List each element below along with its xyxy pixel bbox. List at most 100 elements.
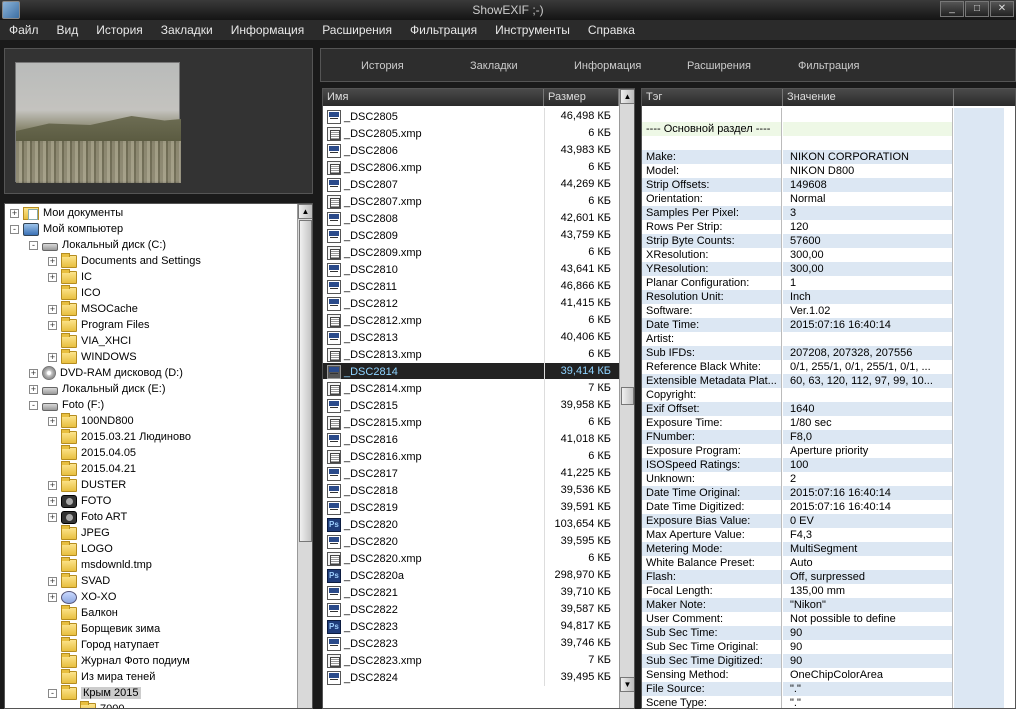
- tree-item[interactable]: Город натупает: [48, 636, 159, 653]
- tree-item[interactable]: + XO-XO: [48, 589, 116, 605]
- tag-row[interactable]: Max Aperture Value: F4,3: [642, 528, 1015, 542]
- toolbar-bookmarks-button[interactable]: Закладки: [470, 60, 518, 72]
- column-header-name[interactable]: Имя: [323, 89, 544, 106]
- file-row[interactable]: _DSC2814 39,414 КБ: [323, 363, 619, 380]
- tag-row[interactable]: Artist:: [642, 332, 1015, 346]
- menu-info[interactable]: Информация: [222, 20, 313, 40]
- tag-row[interactable]: Date Time Original: 2015:07:16 16:40:14: [642, 486, 1015, 500]
- menu-help[interactable]: Справка: [579, 20, 644, 40]
- minimize-button[interactable]: _: [940, 1, 964, 17]
- menu-extensions[interactable]: Расширения: [313, 20, 401, 40]
- column-header-size[interactable]: Размер: [544, 89, 619, 106]
- tag-row[interactable]: ---- Основной раздел ----: [642, 122, 1015, 136]
- tag-row[interactable]: YResolution: 300,00: [642, 262, 1015, 276]
- expand-icon[interactable]: +: [48, 480, 57, 490]
- tag-row[interactable]: File Source: ".": [642, 682, 1015, 696]
- tag-row[interactable]: Model: NIKON D800: [642, 164, 1015, 178]
- expand-icon[interactable]: +: [48, 576, 57, 586]
- tree-item[interactable]: ICO: [48, 284, 101, 301]
- tag-row[interactable]: Sub Sec Time Original: 90: [642, 640, 1015, 654]
- expand-icon[interactable]: +: [48, 320, 57, 330]
- tag-row[interactable]: Make: NIKON CORPORATION: [642, 150, 1015, 164]
- tree-item[interactable]: JPEG: [48, 524, 110, 541]
- tag-row[interactable]: Date Time Digitized: 2015:07:16 16:40:14: [642, 500, 1015, 514]
- file-row[interactable]: _DSC2806 43,983 КБ: [323, 142, 619, 159]
- tag-row[interactable]: Sensing Method: OneChipColorArea: [642, 668, 1015, 682]
- folder-tree[interactable]: + Мои документы - Мой компьютер - Локальный д…: [4, 203, 313, 709]
- tree-item[interactable]: + WINDOWS: [48, 348, 137, 365]
- file-row[interactable]: _DSC2816 41,018 КБ: [323, 431, 619, 448]
- file-row[interactable]: _DSC2821 39,710 КБ: [323, 584, 619, 601]
- expand-icon[interactable]: +: [48, 352, 57, 362]
- tag-row[interactable]: Extensible Metadata Plat... 60, 63, 120, …: [642, 374, 1015, 388]
- tag-row[interactable]: Sub Sec Time: 90: [642, 626, 1015, 640]
- file-row[interactable]: _DSC2814.xmp 7 КБ: [323, 380, 619, 397]
- tag-row[interactable]: Unknown: 2: [642, 472, 1015, 486]
- collapse-icon[interactable]: -: [48, 688, 57, 698]
- tree-item[interactable]: msdownld.tmp: [48, 556, 152, 573]
- scroll-up-arrow[interactable]: ▲: [298, 204, 312, 219]
- tree-item[interactable]: + Program Files: [48, 316, 149, 333]
- file-row[interactable]: _DSC2824 39,495 КБ: [323, 669, 619, 686]
- file-row[interactable]: _DSC2823 94,817 КБ: [323, 618, 619, 635]
- tree-item[interactable]: + DUSTER: [48, 476, 126, 493]
- tree-item[interactable]: + MSOCache: [48, 300, 138, 317]
- toolbar-extensions-button[interactable]: Расширения: [687, 60, 751, 72]
- tree-item[interactable]: + Documents and Settings: [48, 252, 201, 269]
- file-row[interactable]: _DSC2815 39,958 КБ: [323, 397, 619, 414]
- file-row[interactable]: _DSC2812.xmp 6 КБ: [323, 312, 619, 329]
- file-row[interactable]: _DSC2820 39,595 КБ: [323, 533, 619, 550]
- file-row[interactable]: _DSC2809.xmp 6 КБ: [323, 244, 619, 261]
- tree-item[interactable]: +100ND800: [48, 412, 134, 429]
- tag-row[interactable]: Reference Black White: 0/1, 255/1, 0/1, 2…: [642, 360, 1015, 374]
- expand-icon[interactable]: +: [48, 592, 57, 602]
- tag-row[interactable]: XResolution: 300,00: [642, 248, 1015, 262]
- tree-item[interactable]: - Foto (F:): [29, 397, 104, 413]
- tag-row[interactable]: Focal Length: 135,00 mm: [642, 584, 1015, 598]
- tag-row[interactable]: FNumber: F8,0: [642, 430, 1015, 444]
- tag-row[interactable]: Maker Note: "Nikon": [642, 598, 1015, 612]
- tree-item[interactable]: Журнал Фото подиум: [48, 652, 190, 669]
- expand-icon[interactable]: +: [48, 304, 57, 314]
- tree-item[interactable]: + IC: [48, 268, 92, 285]
- tree-item[interactable]: + Локальный диск (E:): [29, 381, 166, 397]
- tag-row[interactable]: Sub IFDs: 207208, 207328, 207556: [642, 346, 1015, 360]
- tree-item[interactable]: + Мои документы: [10, 205, 123, 221]
- tag-row[interactable]: ISOSpeed Ratings: 100: [642, 458, 1015, 472]
- tag-row[interactable]: Strip Byte Counts: 57600: [642, 234, 1015, 248]
- tag-row[interactable]: Metering Mode: MultiSegment: [642, 542, 1015, 556]
- file-row[interactable]: _DSC2805 46,498 КБ: [323, 108, 619, 125]
- expand-icon[interactable]: +: [10, 208, 19, 218]
- file-row[interactable]: _DSC2816.xmp 6 КБ: [323, 448, 619, 465]
- tag-row[interactable]: User Comment: Not possible to define: [642, 612, 1015, 626]
- tree-item[interactable]: + DVD-RAM дисковод (D:): [29, 365, 183, 381]
- tree-item[interactable]: + FOTO: [48, 493, 111, 509]
- tree-item[interactable]: 2015.03.21 Людиново: [48, 428, 191, 445]
- file-row[interactable]: _DSC2809 43,759 КБ: [323, 227, 619, 244]
- toolbar-info-button[interactable]: Информация: [574, 60, 641, 72]
- tree-item[interactable]: Из мира теней: [48, 668, 155, 685]
- tree-item[interactable]: Балкон: [48, 604, 118, 621]
- file-row[interactable]: _DSC2815.xmp 6 КБ: [323, 414, 619, 431]
- tag-row[interactable]: Flash: Off, surpressed: [642, 570, 1015, 584]
- tag-row[interactable]: [642, 136, 1015, 150]
- expand-icon[interactable]: +: [29, 368, 38, 378]
- menu-bookmarks[interactable]: Закладки: [152, 20, 222, 40]
- tree-item[interactable]: Борщевик зима: [48, 620, 160, 637]
- tag-row[interactable]: Rows Per Strip: 120: [642, 220, 1015, 234]
- expand-icon[interactable]: +: [48, 416, 57, 426]
- expand-icon[interactable]: +: [48, 512, 57, 522]
- file-row[interactable]: _DSC2807.xmp 6 КБ: [323, 193, 619, 210]
- tag-row[interactable]: Sub Sec Time Digitized: 90: [642, 654, 1015, 668]
- file-list-scrollbar[interactable]: ▲ ▼: [619, 89, 634, 708]
- tag-row[interactable]: Date Time: 2015:07:16 16:40:14: [642, 318, 1015, 332]
- scroll-thumb[interactable]: [621, 387, 634, 405]
- tag-row[interactable]: Planar Configuration: 1: [642, 276, 1015, 290]
- tree-item[interactable]: - Крым 2015: [48, 684, 141, 701]
- maximize-button[interactable]: □: [965, 1, 989, 17]
- column-header-extra[interactable]: [954, 89, 1015, 106]
- scroll-up-arrow[interactable]: ▲: [620, 89, 634, 104]
- scroll-down-arrow[interactable]: ▼: [620, 677, 634, 692]
- tree-item[interactable]: + SVAD: [48, 572, 110, 589]
- tag-row[interactable]: Exposure Time: 1/80 sec: [642, 416, 1015, 430]
